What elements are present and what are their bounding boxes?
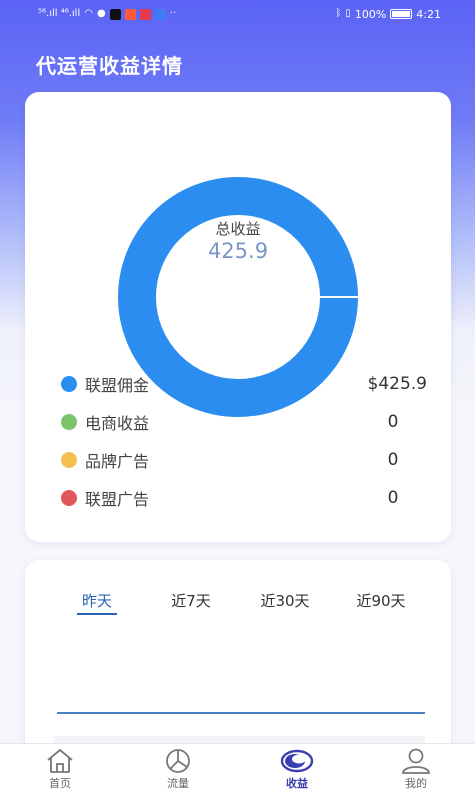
tab-home[interactable]: 首页 <box>20 748 100 791</box>
tab-label: 流量 <box>167 777 189 790</box>
battery-icon <box>390 9 413 19</box>
legend-value: 0 <box>387 450 399 470</box>
donut-total-value: 425.9 <box>207 239 269 263</box>
legend-row-ecommerce-income: 电商收益 0 <box>61 410 427 434</box>
tab-label: 首页 <box>49 777 71 790</box>
message-icon: ● <box>96 8 106 19</box>
tab-last-30-days[interactable]: 近30天 <box>247 590 323 611</box>
status-bar-left: ⁵⁶.ıll ⁴⁶.ıll ◠ ● ·· <box>38 8 177 20</box>
bluetooth-icon: ᛒ <box>335 8 342 19</box>
tab-yesterday[interactable]: 昨天 <box>67 590 127 611</box>
legend-name: 电商收益 <box>85 414 150 433</box>
app-notification-icon <box>124 8 136 20</box>
legend-value: 0 <box>387 488 399 508</box>
tab-label: 收益 <box>286 777 308 790</box>
active-tab-indicator <box>77 613 117 615</box>
legend-name: 联盟广告 <box>85 490 150 509</box>
legend-dot <box>61 376 77 392</box>
tab-label: 我的 <box>405 777 427 790</box>
earnings-summary-card: 总收益 425.9 联盟佣金 $425.9 电商收益 0 品牌广告 0 联盟广告… <box>25 92 451 542</box>
wifi-icon: ◠ <box>84 8 93 19</box>
legend-name: 品牌广告 <box>85 452 150 471</box>
signal-icon: ⁵⁶.ıll ⁴⁶.ıll <box>38 8 81 19</box>
tab-last-90-days[interactable]: 近90天 <box>343 590 419 611</box>
tab-traffic[interactable]: 流量 <box>138 748 218 791</box>
earnings-trend-card: 昨天 近7天 近30天 近90天 <box>25 560 451 760</box>
legend-value: 0 <box>387 412 399 432</box>
tab-profile[interactable]: 我的 <box>376 748 456 791</box>
battery-percent: 100% <box>354 7 387 21</box>
chart-x-axis <box>57 712 425 714</box>
legend-row-brand-ads: 品牌广告 0 <box>61 448 427 472</box>
profile-icon <box>402 748 430 774</box>
more-notifications-icon: ·· <box>169 8 177 19</box>
page-title: 代运营收益详情 <box>36 54 183 78</box>
clock: 4:21 <box>416 7 441 21</box>
gallery-icon <box>154 8 166 20</box>
donut-total-label: 总收益 <box>215 220 261 238</box>
tiktok-icon <box>109 8 121 20</box>
legend-dot <box>61 452 77 468</box>
legend-name: 联盟佣金 <box>85 376 150 395</box>
home-icon <box>47 749 73 773</box>
vibrate-icon: ▯ <box>345 8 351 19</box>
tab-earnings[interactable]: 收益 <box>257 748 337 791</box>
legend-row-alliance-commission: 联盟佣金 $425.9 <box>61 372 427 396</box>
tab-last-7-days[interactable]: 近7天 <box>157 590 225 611</box>
period-tabs: 昨天 近7天 近30天 近90天 <box>25 590 451 620</box>
status-bar-right: ᛒ ▯ 100% 4:21 <box>335 8 441 21</box>
legend-dot <box>61 490 77 506</box>
pie-chart-icon <box>166 749 190 773</box>
mail-icon <box>139 8 151 20</box>
earnings-icon <box>280 749 314 773</box>
legend-row-alliance-ads: 联盟广告 0 <box>61 486 427 510</box>
legend-dot <box>61 414 77 430</box>
bottom-tab-bar: 首页 流量 收益 我的 <box>0 743 475 795</box>
legend-value: $425.9 <box>367 374 427 394</box>
status-bar: ⁵⁶.ıll ⁴⁶.ıll ◠ ● ·· ᛒ ▯ 100% 4:21 <box>0 0 475 28</box>
